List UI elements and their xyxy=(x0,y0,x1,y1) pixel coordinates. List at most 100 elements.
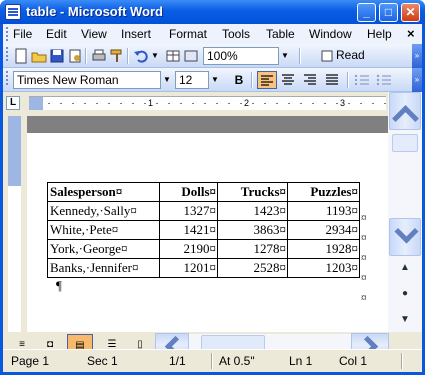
tab-selector[interactable]: L xyxy=(6,96,20,110)
toolbar-separator xyxy=(85,48,87,64)
status-line: Ln 1 xyxy=(289,354,313,368)
insert-table-icon[interactable] xyxy=(165,48,181,64)
vertical-ruler[interactable] xyxy=(3,116,25,332)
numbering-icon xyxy=(355,75,369,85)
word-document-icon[interactable] xyxy=(5,4,21,20)
menu-help[interactable]: Help xyxy=(367,27,392,41)
horizontal-ruler-row: L 1 2 3 xyxy=(3,92,388,114)
bullets-button[interactable] xyxy=(375,71,395,89)
menu-file[interactable]: File xyxy=(13,27,32,41)
print-icon[interactable] xyxy=(91,48,107,64)
maximize-button[interactable]: □ xyxy=(379,3,398,22)
table-cell[interactable]: 1203¤ xyxy=(287,258,360,278)
row-end-mark: ¤ xyxy=(361,292,367,304)
toolbar-grip[interactable] xyxy=(6,71,9,85)
toolbar-options-icon[interactable]: » xyxy=(412,44,422,68)
vertical-ruler-margin xyxy=(8,116,21,186)
menu-insert[interactable]: Insert xyxy=(121,27,151,41)
scroll-up-arrow-icon[interactable] xyxy=(389,92,421,130)
table-cell[interactable]: 1327¤ xyxy=(159,201,218,221)
table-header-cell[interactable]: Dolls¤ xyxy=(159,182,218,202)
format-painter-icon[interactable] xyxy=(109,48,125,64)
align-center-button[interactable] xyxy=(279,71,299,89)
status-section: Sec 1 xyxy=(87,354,118,368)
menu-view[interactable]: View xyxy=(81,27,107,41)
menu-table[interactable]: Table xyxy=(266,27,295,41)
undo-icon[interactable] xyxy=(133,48,149,64)
ruler-left-margin[interactable] xyxy=(29,97,43,110)
table-cell[interactable]: 2190¤ xyxy=(159,239,218,259)
zoom-dropdown-icon[interactable]: ▼ xyxy=(279,47,291,65)
toolbar-separator xyxy=(299,48,301,64)
table-header-row: Salesperson¤ Dolls¤ Trucks¤ Puzzles¤ xyxy=(47,182,360,202)
align-right-icon xyxy=(304,74,316,85)
status-page-count: 1/1 xyxy=(169,354,186,368)
menu-tools[interactable]: Tools xyxy=(222,27,250,41)
client-area: File Edit View Insert Format Tools Table… xyxy=(3,24,422,372)
row-end-mark: ¤ xyxy=(361,212,367,224)
new-document-icon[interactable] xyxy=(13,48,29,64)
save-icon[interactable] xyxy=(49,48,65,64)
next-page-icon[interactable]: ▼ xyxy=(397,312,413,328)
table-cell[interactable]: 1423¤ xyxy=(217,201,288,221)
table-cell[interactable]: 1201¤ xyxy=(159,258,218,278)
align-left-button[interactable] xyxy=(257,71,277,89)
close-button[interactable]: ✕ xyxy=(401,3,420,22)
font-size-field[interactable]: 12 xyxy=(175,71,209,89)
vertical-scroll-thumb[interactable] xyxy=(392,134,418,152)
table-header-cell[interactable]: Puzzles¤ xyxy=(287,182,360,202)
row-end-mark: ¤ xyxy=(361,232,367,244)
table-cell[interactable]: 2934¤ xyxy=(287,220,360,240)
columns-icon[interactable] xyxy=(183,48,199,64)
menu-edit[interactable]: Edit xyxy=(46,27,67,41)
open-folder-icon[interactable] xyxy=(31,48,47,64)
table-row: York,·George¤ 2190¤ 1278¤ 1928¤ xyxy=(47,239,360,259)
ruler-number: 1 xyxy=(147,97,155,110)
table-cell[interactable]: Banks,·Jennifer¤ xyxy=(47,258,160,278)
status-separator xyxy=(211,353,213,369)
numbering-button[interactable] xyxy=(353,71,373,89)
menu-format[interactable]: Format xyxy=(169,27,207,41)
align-left-icon xyxy=(261,75,273,86)
font-size-dropdown-icon[interactable]: ▼ xyxy=(209,71,221,89)
table-header-cell[interactable]: Trucks¤ xyxy=(217,182,288,202)
table-cell[interactable]: Kennedy,·Sally¤ xyxy=(47,201,160,221)
table-header-cell[interactable]: Salesperson¤ xyxy=(47,182,160,202)
document-area[interactable]: Salesperson¤ Dolls¤ Trucks¤ Puzzles¤ Ken… xyxy=(27,116,388,332)
close-document-icon[interactable]: × xyxy=(407,26,415,41)
browse-object-icon[interactable]: ● xyxy=(397,286,413,302)
undo-dropdown-icon[interactable]: ▼ xyxy=(149,47,161,65)
table-cell[interactable]: 1278¤ xyxy=(217,239,288,259)
zoom-field[interactable]: 100% xyxy=(203,47,279,65)
minimize-button[interactable]: _ xyxy=(357,3,376,22)
sales-table[interactable]: Salesperson¤ Dolls¤ Trucks¤ Puzzles¤ Ken… xyxy=(47,182,360,278)
vertical-scrollbar[interactable]: ▲ ● ▼ xyxy=(388,92,422,332)
table-cell[interactable]: 1193¤ xyxy=(287,201,360,221)
bold-button[interactable]: B xyxy=(229,71,249,89)
read-book-icon[interactable] xyxy=(321,48,333,64)
toolbar-options-icon[interactable]: » xyxy=(412,68,422,92)
permission-icon[interactable] xyxy=(67,48,83,64)
font-dropdown-icon[interactable]: ▼ xyxy=(161,71,173,89)
align-right-button[interactable] xyxy=(301,71,321,89)
previous-page-icon[interactable]: ▲ xyxy=(397,260,413,276)
table-cell[interactable]: York,·George¤ xyxy=(47,239,160,259)
table-cell[interactable]: White,·Pete¤ xyxy=(47,220,160,240)
menu-grip[interactable] xyxy=(6,27,9,41)
table-cell[interactable]: 2528¤ xyxy=(217,258,288,278)
menu-window[interactable]: Window xyxy=(309,27,352,41)
horizontal-ruler[interactable]: 1 2 3 xyxy=(29,96,386,110)
table-cell[interactable]: 1421¤ xyxy=(159,220,218,240)
table-cell[interactable]: 1928¤ xyxy=(287,239,360,259)
toolbar-grip[interactable] xyxy=(6,47,9,61)
font-name-field[interactable]: Times New Roman xyxy=(13,71,161,89)
toolbar-separator xyxy=(251,72,253,88)
title-bar[interactable]: table - Microsoft Word _ □ ✕ xyxy=(0,0,425,24)
word-window: table - Microsoft Word _ □ ✕ File Edit V… xyxy=(0,0,425,375)
table-row: White,·Pete¤ 1421¤ 3863¤ 2934¤ xyxy=(47,220,360,240)
table-cell[interactable]: 3863¤ xyxy=(217,220,288,240)
justify-button[interactable] xyxy=(323,71,343,89)
scroll-down-arrow-icon[interactable] xyxy=(389,218,421,256)
align-center-icon xyxy=(282,74,294,85)
read-button[interactable]: Read xyxy=(336,48,365,64)
